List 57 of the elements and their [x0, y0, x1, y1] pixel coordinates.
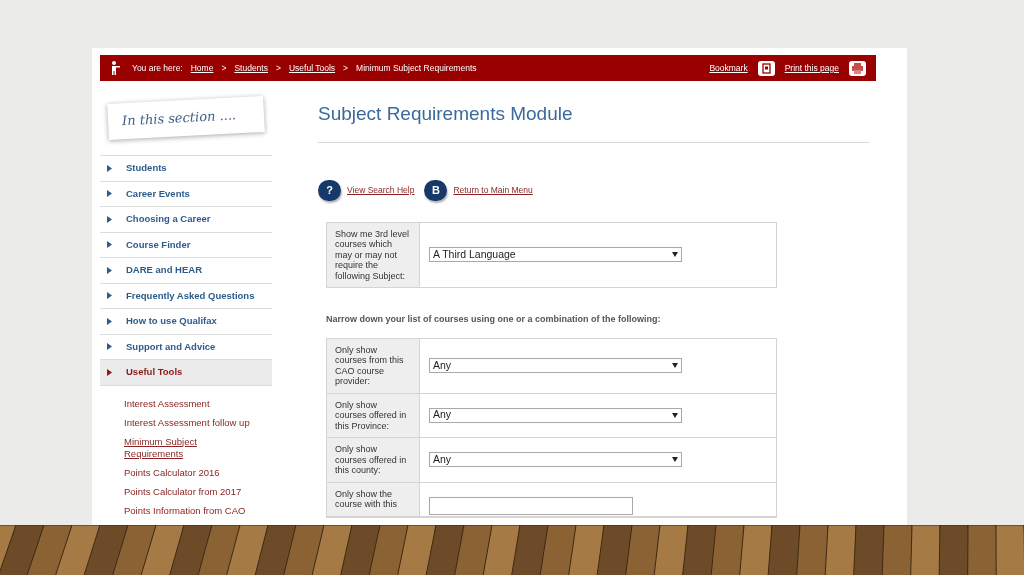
triangle-icon	[107, 317, 112, 325]
breadcrumb-link[interactable]: Home	[190, 61, 214, 75]
breadcrumb-separator: >	[343, 61, 349, 75]
printer-icon[interactable]	[849, 60, 866, 76]
filter-label-cell: Only show the course with this	[327, 482, 420, 516]
dropdown[interactable]: Any	[429, 407, 682, 423]
triangle-icon	[107, 343, 112, 351]
sidebar-item[interactable]: How to use Qualifax	[100, 309, 272, 335]
input-field[interactable]	[429, 497, 633, 515]
dropdown[interactable]: Any	[429, 452, 682, 468]
triangle-icon	[107, 266, 112, 274]
triangle-icon	[107, 164, 112, 172]
sidebar-subitem[interactable]: Minimum Subject Requirements	[124, 435, 224, 460]
sidebar-item[interactable]: Career Events	[100, 181, 272, 207]
filter-label-cell: Only show courses offered in this county:	[327, 438, 420, 482]
caret-icon	[672, 412, 678, 418]
sidebar-subitem[interactable]: Interest Assessment	[124, 397, 272, 410]
triangle-icon	[107, 190, 112, 198]
circle-badge: B	[424, 179, 448, 201]
dropdown[interactable]: Any	[429, 358, 682, 373]
filter-label-cell: Show me 3rd level courses which may or may not require the following Subject:	[327, 222, 420, 287]
breadcrumb-separator: >	[221, 61, 227, 75]
triangle-icon	[107, 215, 112, 223]
breadcrumb-link[interactable]: Useful Tools	[288, 61, 336, 75]
sidebar-subitem[interactable]: Points Calculator from 2017	[124, 485, 272, 498]
instruction-text: Narrow down your list of courses using one or a combination of the following:	[326, 313, 662, 326]
sidebar-item[interactable]: DARE and HEAR	[100, 258, 272, 284]
menu-link[interactable]: View Search Help	[347, 183, 415, 197]
caret-icon	[672, 363, 678, 368]
filter-label-cell: Only show courses offered in this Province:	[327, 393, 420, 437]
triangle-icon	[107, 241, 112, 249]
filter-label-cell: Only show courses from this CAO course provider:	[327, 338, 420, 393]
sidebar-subitem[interactable]: Points Information from CAO	[124, 504, 272, 517]
sidebar-subitem[interactable]: Interest Assessment follow up	[124, 416, 272, 429]
print-link[interactable]: Print this page	[784, 61, 839, 75]
menu-link[interactable]: Return to Main Menu	[453, 183, 533, 197]
sidebar-item[interactable]: Course Finder	[100, 232, 272, 258]
sidebar-item[interactable]: Students	[100, 156, 272, 182]
triangle-icon	[107, 368, 112, 376]
bookmark-icon[interactable]	[757, 60, 775, 76]
page-title: Subject Requirements Module	[318, 102, 574, 126]
section-heading: In this section ....	[121, 106, 237, 131]
dropdown[interactable]: A Third Language	[429, 247, 682, 263]
sidebar-item[interactable]: Choosing a Career	[100, 207, 272, 233]
triangle-icon	[107, 292, 112, 300]
circle-badge: ?	[318, 179, 341, 201]
caret-icon	[672, 252, 678, 258]
bookmark-link[interactable]: Bookmark	[709, 61, 748, 75]
breadcrumb-current: Minimum Subject Requirements	[356, 61, 477, 75]
sidebar-item[interactable]: Frequently Asked Questions	[100, 283, 272, 309]
breadcrumb-link[interactable]: Students	[234, 61, 268, 75]
breadcrumb-label: You are here:	[132, 61, 183, 75]
caret-icon	[672, 457, 678, 463]
sidebar-item[interactable]: Useful Tools	[100, 360, 272, 386]
person-pointing-icon	[110, 61, 120, 75]
sidebar-subitem[interactable]: Points Calculator 2016	[124, 466, 272, 479]
breadcrumb-separator: >	[275, 61, 281, 75]
